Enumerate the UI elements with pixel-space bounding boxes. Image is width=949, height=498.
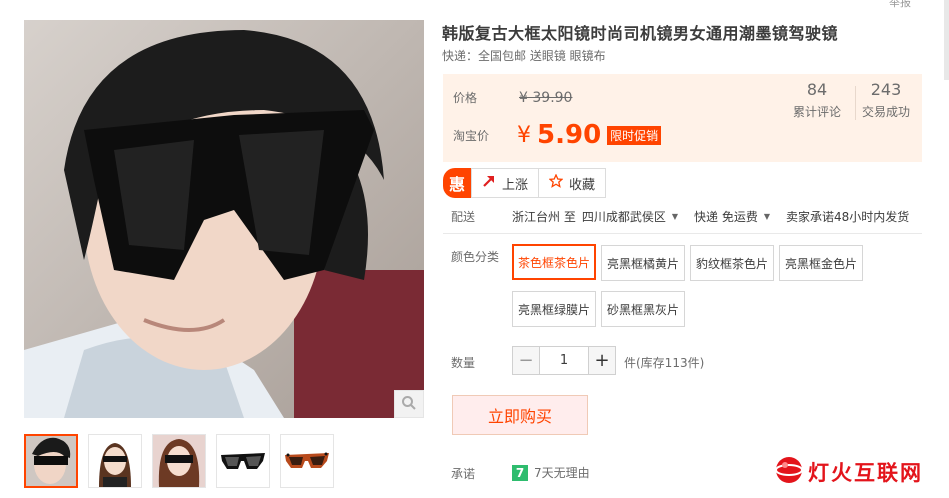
zoom-button[interactable] [394,390,424,418]
currency-symbol: ¥ [517,122,532,148]
sales-stat: 243 交易成功 [862,80,910,120]
promise-text: 7天无理由 [534,466,590,480]
price-rise-button[interactable]: 上涨 [471,168,540,198]
shipping-method[interactable]: 快递 免运费 [694,208,758,225]
reviews-label: 累计评论 [793,105,842,119]
thumbnail-strip [24,434,334,488]
shipping-row: 配送 浙江台州 至 四川成都武侯区 ▼ 快递 免运费 ▼ 卖家承诺48小时内发货 [451,208,909,225]
report-link[interactable]: 举报 [889,0,911,10]
shipping-destination[interactable]: 四川成都武侯区 [582,208,666,225]
main-product-image [24,20,424,418]
promo-badge: 限时促销 [607,125,662,145]
quantity-label: 数量 [451,356,476,370]
increase-button[interactable]: + [588,346,616,375]
stock-info: 件(库存113件) [624,356,705,370]
color-option-1[interactable]: 茶色框茶色片 [512,244,596,280]
thumbnail-5[interactable] [280,434,334,488]
decrease-button[interactable]: − [512,346,540,375]
price-panel: 价格 ¥ 39.90 淘宝价 ¥ 5.90 限时促销 84 累计评论 243 交… [443,74,922,162]
thumbnail-1[interactable] [24,434,78,488]
discount-icon[interactable]: 惠 [443,168,471,198]
shipping-promise: 卖家承诺48小时内发货 [785,210,910,224]
section-divider [443,233,922,234]
watermark-text: 灯火互联网 [808,460,923,485]
color-option-6[interactable]: 砂黑框黑灰片 [601,291,685,327]
sales-label: 交易成功 [862,105,911,119]
color-option-4[interactable]: 亮黑框金色片 [779,245,863,281]
current-price: 5.90 [537,120,602,150]
seven-day-icon: 7 [512,464,528,481]
buy-now-button[interactable]: 立即购买 [452,395,588,435]
favorite-button[interactable]: 收藏 [539,168,607,198]
watermark-logo-icon [774,455,804,488]
price-rise-label: 上涨 [502,177,529,193]
star-icon [548,173,564,192]
sales-count: 243 [870,80,902,99]
color-option-3[interactable]: 豹纹框茶色片 [690,245,774,281]
product-title: 韩版复古大框太阳镜时尚司机镜男女通用潮墨镜驾驶镜 [442,24,839,43]
reviews-count: 84 [806,80,828,99]
original-price: ¥ 39.90 [519,89,573,106]
chevron-down-icon[interactable]: ▼ [672,212,678,221]
shipping-label: 配送 [451,210,476,224]
color-option-5[interactable]: 亮黑框绿膜片 [512,291,596,327]
magnifier-icon [401,395,417,414]
taobao-price-label: 淘宝价 [453,128,490,143]
quantity-input[interactable]: 1 [540,346,588,375]
scrollbar[interactable] [944,0,949,80]
promise-item[interactable]: 7 7天无理由 [512,464,590,481]
color-option-2[interactable]: 亮黑框橘黄片 [601,245,685,281]
color-label: 颜色分类 [451,250,500,264]
promise-label: 承诺 [451,467,476,481]
reviews-stat[interactable]: 84 累计评论 [793,80,841,120]
thumbnail-2[interactable] [88,434,142,488]
quantity-stepper: − 1 + [512,346,616,375]
chevron-down-icon[interactable]: ▼ [764,212,770,221]
price-label: 价格 [453,91,478,105]
stat-divider [855,86,856,120]
action-bar: 惠 上涨 收藏 [443,168,607,198]
thumbnail-4[interactable] [216,434,270,488]
arrow-up-icon [482,174,496,192]
favorite-label: 收藏 [569,177,596,193]
product-subtitle: 快递：全国包邮 送眼镜 眼镜布 [442,49,606,63]
thumbnail-3[interactable] [152,434,206,488]
watermark: 灯火互联网 [774,455,923,488]
shipping-from: 浙江台州 至 [512,210,576,224]
